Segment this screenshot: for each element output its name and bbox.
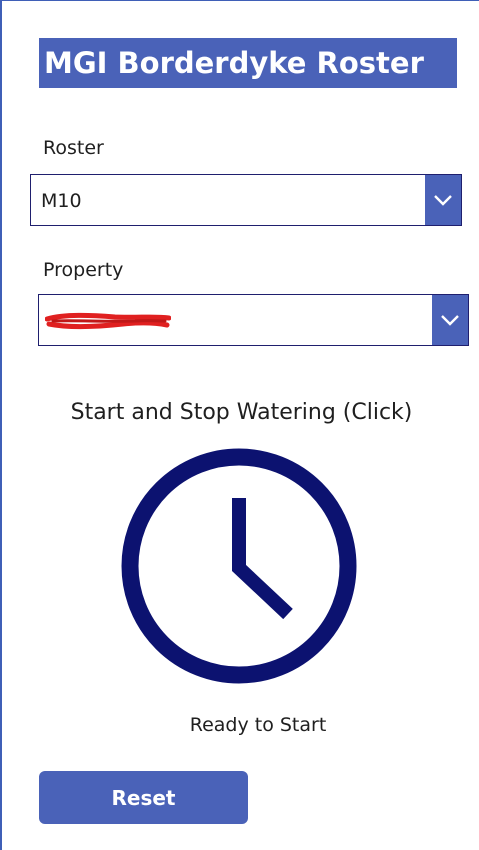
roster-dropdown[interactable]: M10 [30, 174, 462, 226]
watering-prompt: Start and Stop Watering (Click) [70, 400, 413, 425]
chevron-down-icon-glyph [441, 315, 459, 326]
clock-icon[interactable] [119, 446, 359, 686]
property-dropdown[interactable] [38, 294, 469, 346]
page-title: MGI Borderdyke Roster [39, 38, 457, 88]
watering-status: Ready to Start [189, 714, 327, 736]
roster-selected-value: M10 [41, 190, 82, 212]
chevron-down-icon[interactable] [432, 295, 468, 345]
roster-label: Roster [43, 137, 104, 159]
redaction-mark [45, 312, 171, 330]
property-label: Property [43, 259, 124, 281]
reset-button[interactable]: Reset [39, 771, 248, 824]
chevron-down-icon-glyph [434, 195, 452, 206]
app-screen: MGI Borderdyke Roster Roster M10 Propert… [0, 0, 479, 850]
chevron-down-icon[interactable] [425, 175, 461, 225]
